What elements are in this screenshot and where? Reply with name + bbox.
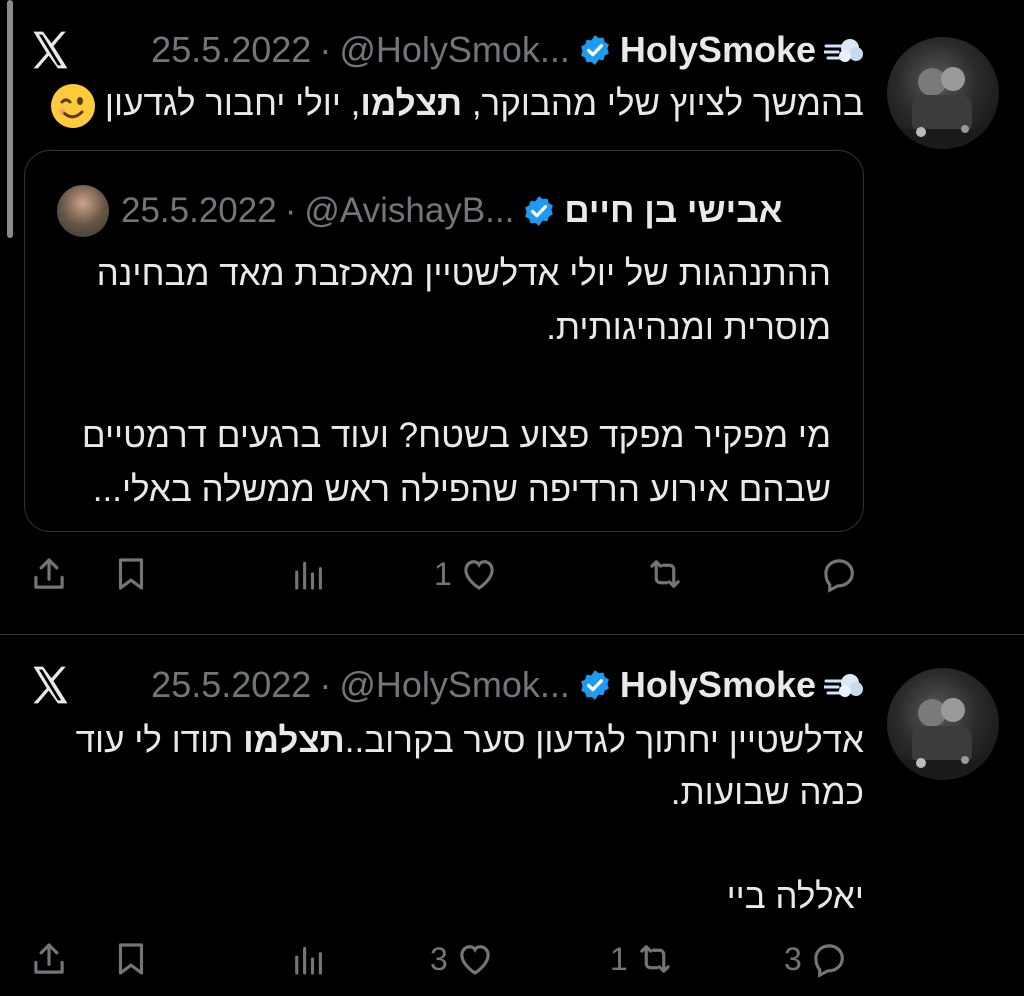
views-button[interactable] <box>288 553 336 595</box>
avatar-photo <box>897 67 989 149</box>
handle[interactable]: @HolySmok... <box>339 29 570 71</box>
verified-badge-icon <box>581 670 609 700</box>
like-icon <box>464 560 494 590</box>
bookmark-button[interactable] <box>110 553 152 595</box>
avatar[interactable] <box>887 37 999 149</box>
quoted-header: אבישי בן חיים @AvishayB... · 25.5.2022 <box>121 189 782 233</box>
bookmark-button[interactable] <box>110 938 152 980</box>
action-bar: 1 <box>0 553 1024 603</box>
retweet-button[interactable] <box>638 553 686 595</box>
timestamp[interactable]: 25.5.2022 <box>151 664 311 706</box>
like-count: 1 <box>434 555 452 592</box>
tweet-text-part: בהמשך לציוץ שלי מהבוקר, <box>462 84 864 123</box>
views-icon <box>295 561 322 590</box>
tweet-text: בהמשך לציוץ שלי מהבוקר, תצלמו, יולי יחבו… <box>34 80 864 128</box>
tweet-header: HolySmoke @HolySmok... · 25.5.2022 <box>151 663 864 707</box>
tweet-2[interactable]: HolySmoke @HolySmok... · 25.5.2022 אדלשט… <box>0 635 1024 996</box>
verified-badge-icon <box>525 196 554 226</box>
share-icon <box>34 558 64 589</box>
like-count: 3 <box>430 940 448 977</box>
tweet-text-part: אדלשטיין יחתוך לגדעון סער בקרוב.. <box>344 721 864 760</box>
tweet-1[interactable]: HolySmoke @HolySmok... · 25.5.2022 בהמשך… <box>0 0 1024 634</box>
dash-emoji-icon <box>824 674 863 697</box>
views-icon <box>295 946 322 975</box>
verified-badge-icon <box>581 35 609 65</box>
separator: · <box>284 191 297 230</box>
like-button[interactable]: 1 <box>434 553 500 595</box>
reply-button[interactable] <box>818 553 866 595</box>
like-button[interactable]: 3 <box>430 938 496 980</box>
tweet-text-bold: תצלמו <box>243 721 345 760</box>
reply-count: 3 <box>784 940 802 977</box>
tweet-text: אדלשטיין יחתוך לגדעון סער בקרוב..תצלמו ת… <box>54 715 864 923</box>
tweet-text-part: , יולי יחבור לגדעון <box>95 84 361 123</box>
dash-emoji-icon <box>824 39 863 62</box>
quoted-paragraph: מי מפקיר מפקד פצוע בשטח? ועוד ברגעים דרמ… <box>81 416 831 509</box>
quoted-display-name[interactable]: אבישי בן חיים <box>564 191 782 231</box>
x-logo-icon <box>33 31 68 69</box>
retweet-count: 1 <box>610 940 628 977</box>
views-button[interactable] <box>288 938 336 980</box>
separator: · <box>319 29 332 70</box>
display-name[interactable]: HolySmoke <box>620 664 816 706</box>
share-button[interactable] <box>28 938 70 980</box>
avatar[interactable] <box>887 668 999 780</box>
quoted-paragraph: ההתנהגות של יולי אדלשטיין מאכזבת מאד מבח… <box>96 254 831 347</box>
like-icon <box>460 945 490 975</box>
reply-icon <box>814 944 844 978</box>
handle[interactable]: @HolySmok... <box>339 664 570 706</box>
share-button[interactable] <box>28 553 70 595</box>
retweet-icon <box>640 945 670 973</box>
quoted-handle[interactable]: @AvishayB... <box>304 191 514 231</box>
display-name[interactable]: HolySmoke <box>620 29 816 71</box>
retweet-button[interactable]: 1 <box>610 938 676 980</box>
reply-button[interactable]: 3 <box>784 938 850 980</box>
reply-icon <box>824 559 854 593</box>
quoted-avatar[interactable] <box>57 185 109 237</box>
action-bar: 3 1 3 <box>0 938 1024 988</box>
quoted-timestamp[interactable]: 25.5.2022 <box>121 191 277 231</box>
tweet-paragraph: אדלשטיין יחתוך לגדעון סער בקרוב..תצלמו ת… <box>54 715 864 819</box>
separator: · <box>319 664 332 705</box>
wink-emoji-icon <box>51 83 96 128</box>
bookmark-icon <box>118 943 144 975</box>
tweet-header: HolySmoke @HolySmok... · 25.5.2022 <box>151 28 864 72</box>
retweet-icon <box>650 560 680 588</box>
tweet-text-bold: תצלמו <box>360 84 463 123</box>
tweet-paragraph: יאללה ביי <box>726 877 864 916</box>
x-logo-icon <box>33 666 68 704</box>
quoted-text: ההתנהגות של יולי אדלשטיין מאכזבת מאד מבח… <box>51 247 831 517</box>
bookmark-icon <box>118 558 144 590</box>
quoted-tweet[interactable]: אבישי בן חיים @AvishayB... · 25.5.2022 ה… <box>24 150 864 532</box>
share-icon <box>34 943 64 974</box>
avatar-photo <box>897 698 989 780</box>
timestamp[interactable]: 25.5.2022 <box>151 29 311 71</box>
